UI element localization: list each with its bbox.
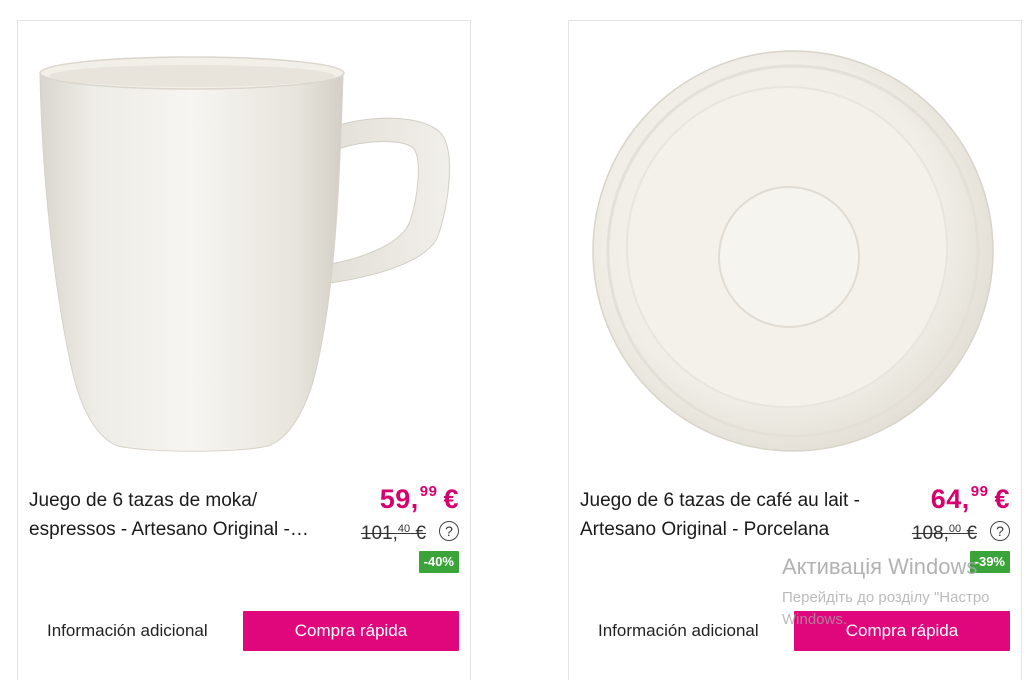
old-price-decimals: 40	[397, 523, 411, 535]
product-card: Juego de 6 tazas de café au lait - Artes…	[568, 20, 1022, 680]
additional-info-link[interactable]: Información adicional	[47, 621, 208, 641]
quick-buy-button[interactable]: Compra rápida	[243, 611, 459, 651]
original-price: 101,40 €	[361, 523, 426, 545]
old-price-decimals: 00	[948, 523, 962, 535]
price-currency: €	[994, 484, 1010, 514]
mug-image[interactable]	[18, 21, 470, 483]
price-integer: 64,	[930, 484, 970, 514]
current-price: 59,99 €	[380, 483, 459, 515]
quick-buy-button[interactable]: Compra rápida	[794, 611, 1010, 651]
original-price: 108,00 €	[912, 523, 977, 545]
old-price-integer: 101,	[360, 523, 398, 544]
product-title[interactable]: Juego de 6 tazas de café au lait - Artes…	[580, 486, 895, 544]
price-decimals: 99	[970, 483, 989, 500]
product-title[interactable]: Juego de 6 tazas de moka/ espressos - Ar…	[29, 486, 344, 544]
old-price-currency: €	[415, 523, 426, 544]
saucer-image[interactable]	[569, 21, 1021, 483]
current-price: 64,99 €	[931, 483, 1010, 515]
product-card: Juego de 6 tazas de moka/ espressos - Ar…	[17, 20, 471, 680]
discount-badge: -40%	[418, 551, 459, 573]
price-decimals: 99	[419, 483, 438, 500]
additional-info-link[interactable]: Información adicional	[598, 621, 759, 641]
help-icon[interactable]: ?	[990, 521, 1010, 541]
discount-badge: -39%	[969, 551, 1010, 573]
price-integer: 59,	[379, 484, 419, 514]
price-currency: €	[443, 484, 459, 514]
old-price-integer: 108,	[911, 523, 949, 544]
help-icon[interactable]: ?	[439, 521, 459, 541]
old-price-currency: €	[966, 523, 977, 544]
